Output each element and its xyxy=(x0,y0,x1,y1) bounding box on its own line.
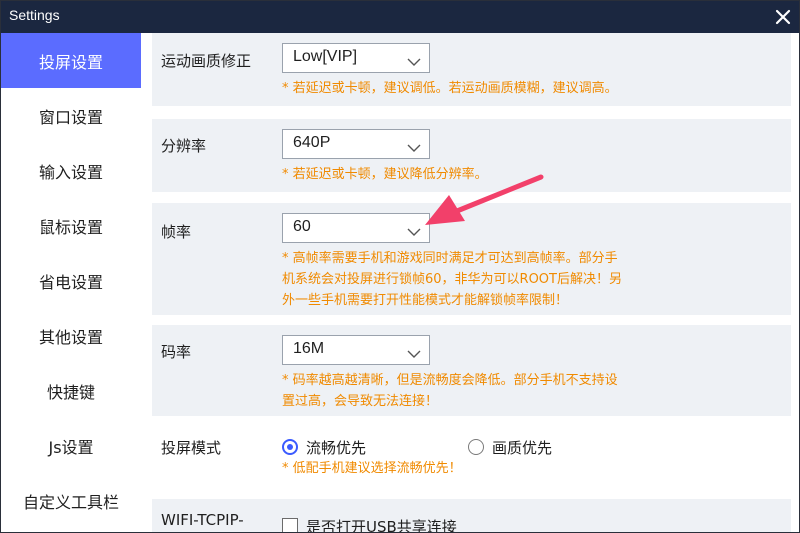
sidebar-item-power-settings[interactable]: 省电设置 xyxy=(1,253,141,308)
motion-quality-select[interactable]: Low[VIP] xyxy=(282,43,430,73)
sidebar-item-window-settings[interactable]: 窗口设置 xyxy=(1,88,141,143)
sidebar-item-cast-settings[interactable]: 投屏设置 xyxy=(1,33,141,88)
sidebar-item-label: 省电设置 xyxy=(38,272,103,292)
bitrate-hint: * 码率越高越清晰，但是流畅度会降低。部分手机不支持设 置过高，会导致无法连接！ xyxy=(282,370,642,412)
sidebar: 投屏设置 窗口设置 输入设置 鼠标设置 省电设置 其他设置 快捷键 Js设置 自… xyxy=(1,33,141,532)
sidebar-item-label: 输入设置 xyxy=(38,162,103,182)
window-title: Settings xyxy=(9,7,60,23)
chevron-down-icon xyxy=(407,344,421,363)
usb-share-checkbox-label[interactable]: 是否打开USB共享连接 xyxy=(306,516,457,532)
bitrate-select[interactable]: 16M xyxy=(282,335,430,365)
frame-rate-label: 帧率 xyxy=(161,223,192,241)
sidebar-item-js-settings[interactable]: Js设置 xyxy=(1,418,141,473)
frame-rate-value: 60 xyxy=(293,218,311,235)
close-icon[interactable] xyxy=(771,5,795,29)
title-bar: Settings xyxy=(1,1,799,33)
motion-quality-value: Low[VIP] xyxy=(293,48,358,65)
frame-rate-select[interactable]: 60 xyxy=(282,213,430,243)
bitrate-hint-line: * 码率越高越清晰，但是流畅度会降低。部分手机不支持设 xyxy=(282,373,618,388)
resolution-label: 分辨率 xyxy=(161,137,207,155)
radio-smooth-priority-label[interactable]: 流畅优先 xyxy=(306,437,366,458)
sidebar-item-other-settings[interactable]: 其他设置 xyxy=(1,308,141,363)
sidebar-item-label: 鼠标设置 xyxy=(38,217,103,237)
annotation-arrow xyxy=(425,174,544,225)
chevron-down-icon xyxy=(407,138,421,157)
frame-rate-hint: * 高帧率需要手机和游戏同时满足才可达到高帧率。部分手 机系统会对投屏进行锁帧6… xyxy=(282,248,642,311)
chevron-down-icon xyxy=(407,52,421,71)
sidebar-item-custom-toolbar[interactable]: 自定义工具栏 xyxy=(1,473,141,528)
cast-mode-hint: * 低配手机建议选择流畅优先！ xyxy=(282,461,462,476)
resolution-select[interactable]: 640P xyxy=(282,129,430,159)
usb-share-checkbox[interactable] xyxy=(282,518,298,532)
settings-window: Settings 投屏设置 窗口设置 输入设置 鼠标设置 省电设置 其他设置 快… xyxy=(0,0,800,533)
frame-rate-hint-line: * 高帧率需要手机和游戏同时满足才可达到高帧率。部分手 xyxy=(282,251,618,266)
sidebar-item-input-settings[interactable]: 输入设置 xyxy=(1,143,141,198)
resolution-value: 640P xyxy=(293,134,331,151)
sidebar-item-label: 投屏设置 xyxy=(38,52,103,72)
frame-rate-hint-line: 外一些手机需要打开性能模式才能解锁帧率限制！ xyxy=(282,293,569,308)
scroll-gutter xyxy=(791,33,799,532)
sidebar-item-shortcuts[interactable]: 快捷键 xyxy=(1,363,141,418)
sidebar-item-label: 窗口设置 xyxy=(38,107,103,127)
bitrate-hint-line: 置过高，会导致无法连接！ xyxy=(282,394,439,409)
radio-quality-priority[interactable] xyxy=(468,439,484,455)
sidebar-item-mouse-settings[interactable]: 鼠标设置 xyxy=(1,198,141,253)
bitrate-label: 码率 xyxy=(161,343,192,361)
wifi-label: WIFI-TCPIP- xyxy=(161,511,244,529)
radio-smooth-priority[interactable] xyxy=(282,439,298,455)
frame-rate-hint-line: 机系统会对投屏进行锁帧60，非华为可以ROOT后解决！另 xyxy=(282,272,622,287)
motion-quality-card: 运动画质修正 Low[VIP] * 若延迟或卡顿，建议调低。若运动画质模糊，建议… xyxy=(152,33,791,106)
settings-content: 运动画质修正 Low[VIP] * 若延迟或卡顿，建议调低。若运动画质模糊，建议… xyxy=(141,33,799,532)
radio-quality-priority-label[interactable]: 画质优先 xyxy=(492,437,552,458)
wifi-card: WIFI-TCPIP- 是否打开USB共享连接 xyxy=(152,499,791,532)
sidebar-item-label: 快捷键 xyxy=(46,382,95,402)
cast-mode-label: 投屏模式 xyxy=(161,439,222,457)
sidebar-item-label: 其他设置 xyxy=(38,327,103,347)
motion-quality-hint: * 若延迟或卡顿，建议调低。若运动画质模糊，建议调高。 xyxy=(282,81,618,96)
sidebar-item-label: 自定义工具栏 xyxy=(22,492,119,512)
motion-quality-label: 运动画质修正 xyxy=(161,52,252,70)
bitrate-card: 码率 16M * 码率越高越清晰，但是流畅度会降低。部分手机不支持设 置过高，会… xyxy=(152,325,791,416)
chevron-down-icon xyxy=(407,222,421,241)
bitrate-value: 16M xyxy=(293,340,325,357)
sidebar-item-label: Js设置 xyxy=(48,437,94,457)
